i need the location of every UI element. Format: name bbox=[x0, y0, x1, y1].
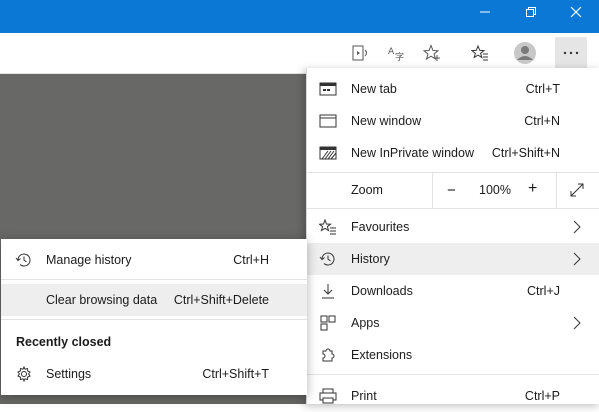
history-icon bbox=[319, 252, 335, 266]
menu-item-downloads[interactable]: Downloads Ctrl+J bbox=[307, 275, 599, 307]
menu-item-new-tab[interactable]: New tab Ctrl+T bbox=[307, 73, 599, 105]
zoom-row: Zoom − 100% + bbox=[307, 172, 599, 208]
zoom-in-button[interactable]: + bbox=[528, 180, 537, 198]
read-aloud-icon[interactable] bbox=[344, 37, 376, 69]
new-window-icon bbox=[319, 114, 337, 128]
menu-item-shortcut: Ctrl+Shift+Delete bbox=[173, 293, 269, 307]
menu-item-shortcut: Ctrl+H bbox=[233, 253, 269, 267]
print-icon bbox=[319, 388, 337, 404]
menu-item-shortcut: Ctrl+T bbox=[525, 82, 560, 96]
menu-item-label: Settings bbox=[46, 367, 92, 381]
menu-item-shortcut: Ctrl+N bbox=[524, 114, 560, 128]
svg-text:A: A bbox=[388, 47, 395, 57]
menu-divider bbox=[307, 374, 599, 375]
menu-item-label: Manage history bbox=[46, 253, 132, 267]
extensions-icon bbox=[322, 348, 335, 362]
menu-item-label: New tab bbox=[351, 82, 397, 96]
menu-item-new-window[interactable]: New window Ctrl+N bbox=[307, 105, 599, 137]
menu-item-manage-history[interactable]: Manage history Ctrl+H bbox=[1, 244, 307, 276]
menu-item-label: Downloads bbox=[351, 284, 413, 298]
zoom-label: Zoom bbox=[351, 183, 383, 197]
translate-icon[interactable]: A字 bbox=[380, 37, 412, 69]
zoom-divider bbox=[432, 172, 433, 208]
menu-item-label: Apps bbox=[351, 316, 380, 330]
recently-closed-heading: Recently closed bbox=[16, 335, 112, 349]
close-icon[interactable] bbox=[553, 0, 599, 24]
menu-item-apps[interactable]: Apps bbox=[307, 307, 599, 339]
menu-item-label: Print bbox=[351, 389, 377, 403]
menu-item-shortcut: Ctrl+J bbox=[527, 284, 560, 298]
gear-icon bbox=[17, 366, 31, 382]
history-icon bbox=[15, 253, 31, 267]
settings-menu: New tab Ctrl+T New window Ctrl+N New InP… bbox=[306, 68, 599, 404]
chevron-right-icon bbox=[573, 220, 581, 234]
minimize-icon[interactable] bbox=[462, 0, 508, 24]
menu-item-shortcut: Ctrl+Shift+N bbox=[491, 146, 560, 160]
restore-icon[interactable] bbox=[508, 0, 554, 24]
menu-item-label: Extensions bbox=[351, 348, 413, 362]
add-favorite-icon[interactable] bbox=[416, 37, 448, 69]
menu-item-shortcut: Ctrl+Shift+T bbox=[202, 367, 269, 381]
apps-icon bbox=[320, 315, 336, 331]
new-tab-icon bbox=[319, 82, 337, 96]
menu-item-clear-browsing-data[interactable]: Clear browsing data Ctrl+Shift+Delete bbox=[1, 284, 307, 316]
fullscreen-icon[interactable] bbox=[569, 182, 585, 198]
menu-item-favourites[interactable]: Favourites bbox=[307, 211, 599, 243]
inprivate-icon bbox=[319, 146, 337, 160]
menu-item-label: New InPrivate window bbox=[351, 146, 474, 160]
menu-item-history[interactable]: History bbox=[307, 243, 599, 275]
chevron-right-icon bbox=[573, 316, 581, 330]
chevron-right-icon bbox=[573, 252, 581, 266]
menu-divider bbox=[307, 208, 599, 209]
download-icon bbox=[322, 284, 334, 299]
menu-item-label: New window bbox=[351, 114, 422, 128]
menu-item-settings[interactable]: Settings Ctrl+Shift+T bbox=[1, 358, 307, 390]
menu-item-print[interactable]: Print Ctrl+P bbox=[307, 380, 599, 412]
zoom-out-button[interactable]: − bbox=[447, 182, 456, 199]
zoom-divider bbox=[556, 172, 557, 208]
menu-item-label: Favourites bbox=[351, 220, 410, 234]
title-bar bbox=[0, 0, 599, 33]
zoom-value: 100% bbox=[479, 183, 511, 197]
favorites-icon[interactable] bbox=[464, 37, 496, 69]
menu-divider bbox=[1, 279, 307, 280]
more-icon[interactable] bbox=[555, 37, 587, 69]
menu-item-shortcut: Ctrl+P bbox=[524, 389, 560, 403]
profile-icon[interactable] bbox=[509, 37, 541, 69]
history-submenu: Manage history Ctrl+H Clear browsing dat… bbox=[1, 239, 307, 395]
menu-item-extensions[interactable]: Extensions bbox=[307, 339, 599, 371]
menu-item-label: Clear browsing data bbox=[46, 293, 158, 307]
menu-divider bbox=[1, 319, 307, 320]
menu-item-new-inprivate[interactable]: New InPrivate window Ctrl+Shift+N bbox=[307, 137, 599, 169]
favourites-icon bbox=[319, 219, 336, 235]
menu-item-label: History bbox=[351, 252, 390, 266]
svg-text:字: 字 bbox=[395, 51, 404, 62]
